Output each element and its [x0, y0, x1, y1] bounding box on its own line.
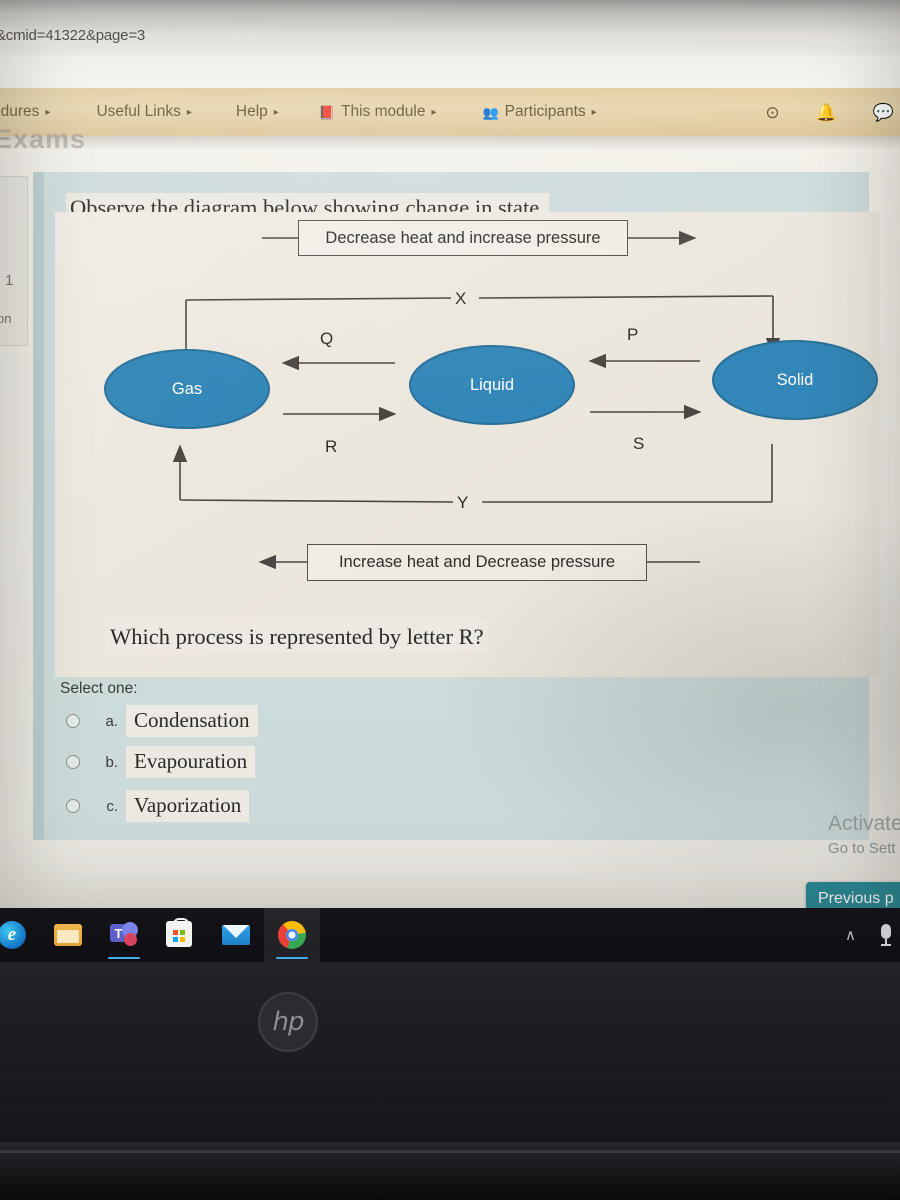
previous-page-button[interactable]: Previous p: [806, 882, 900, 908]
diagram-letter-x: X: [455, 289, 467, 308]
taskbar-app-icons: e T: [0, 908, 320, 962]
file-explorer-icon: [54, 924, 82, 946]
taskbar-edge-button[interactable]: e: [0, 908, 40, 962]
taskbar-store-button[interactable]: [152, 908, 208, 962]
diagram-letter-r: R: [325, 437, 338, 456]
option-b-text[interactable]: Evapouration: [126, 746, 256, 778]
quiz-question-panel: Observe the diagram below showing change…: [33, 172, 880, 840]
nav-item-help[interactable]: Help ▸: [234, 103, 281, 121]
microsoft-store-icon: [166, 918, 192, 947]
diagram-letter-y: Y: [457, 493, 469, 512]
option-a-text[interactable]: Condensation: [126, 705, 258, 737]
taskbar-running-indicator: [276, 956, 308, 959]
diagram-top-label-box: Decrease heat and increase pressure: [298, 220, 628, 256]
taskbar-chrome-button[interactable]: [264, 908, 320, 962]
nav-item-participants[interactable]: 👥 Participants ▸: [480, 103, 598, 121]
people-group-icon: 👥: [482, 104, 499, 120]
node-label-solid: Solid: [776, 371, 814, 389]
edge-icon: e: [0, 921, 26, 949]
nav-item-participants-label: Participants: [504, 103, 586, 120]
nav-item-help-label: Help: [235, 103, 268, 120]
answer-option-b[interactable]: b. Evapouration: [66, 746, 256, 778]
messages-icon[interactable]: 💬: [873, 104, 894, 121]
download-icon[interactable]: ⊙: [765, 104, 779, 121]
option-c-text[interactable]: Vaporization: [126, 790, 250, 822]
desk-edge-line: [0, 1150, 900, 1153]
diagram-bottom-label-box: Increase heat and Decrease pressure: [307, 544, 647, 581]
nav-item-useful-links-label: Useful Links: [96, 103, 181, 120]
taskbar-file-explorer-button[interactable]: [40, 908, 96, 962]
radio-option-a[interactable]: [66, 714, 80, 728]
navbar-right-icons: ⊙ 🔔 💬: [765, 88, 894, 136]
nav-item-procedures-label: edures: [0, 103, 40, 120]
windows-taskbar: e T ∧: [0, 908, 900, 962]
question-text: Which process is represented by letter R…: [106, 622, 488, 652]
answer-option-c[interactable]: c. Vaporization: [66, 790, 250, 822]
chevron-right-icon: ▸: [591, 106, 597, 118]
screenshot-root: &cmid=41322&page=3 edures ▸ Useful Links…: [0, 0, 900, 1200]
node-label-gas: Gas: [171, 380, 203, 398]
diagram-letter-q: Q: [320, 329, 334, 348]
url-bar-text[interactable]: &cmid=41322&page=3: [0, 27, 145, 44]
microphone-icon[interactable]: [880, 924, 892, 946]
chevron-right-icon: ▸: [186, 106, 192, 118]
question-nav-block[interactable]: 1 on: [0, 176, 28, 346]
taskbar-teams-button[interactable]: T: [96, 908, 152, 962]
mail-icon: [222, 925, 250, 945]
show-hidden-icons-chevron[interactable]: ∧: [845, 926, 856, 944]
windows-activation-title: Activate: [828, 812, 900, 835]
taskbar-mail-button[interactable]: [208, 908, 264, 962]
diagram-letter-s: S: [633, 434, 645, 453]
taskbar-running-indicator: [108, 956, 140, 959]
node-label-liquid: Liquid: [469, 376, 515, 394]
windows-activation-subtitle: Go to Sett: [828, 840, 896, 857]
chevron-right-icon: ▸: [431, 106, 437, 118]
option-c-letter: c.: [106, 797, 118, 815]
book-icon: 📕: [318, 104, 336, 120]
option-a-letter: a.: [105, 712, 118, 730]
radio-option-b[interactable]: [66, 755, 80, 769]
nav-item-this-module-label: This module: [341, 103, 426, 120]
chrome-toolbar-strip: [0, 55, 900, 88]
chrome-icon: [278, 921, 306, 949]
teams-icon: T: [110, 921, 138, 947]
question-number: 1: [5, 272, 14, 289]
chevron-right-icon: ▸: [273, 106, 279, 118]
laptop-screen: &cmid=41322&page=3 edures ▸ Useful Links…: [0, 0, 900, 908]
chrome-shadow: [0, 136, 900, 150]
diagram-letter-p: P: [627, 325, 639, 344]
nav-item-procedures[interactable]: edures ▸: [0, 103, 52, 121]
select-one-label: Select one:: [60, 680, 138, 697]
moodle-navbar: edures ▸ Useful Links ▸ Help ▸ 📕 This mo…: [0, 88, 900, 136]
option-b-letter: b.: [105, 753, 118, 771]
laptop-bezel: [0, 962, 900, 1142]
hp-logo: hp: [258, 992, 318, 1052]
chevron-right-icon: ▸: [45, 106, 51, 118]
state-change-diagram: Gas Liquid Solid X Q P R S Y Decrease he…: [55, 212, 880, 677]
browser-chrome: &cmid=41322&page=3: [0, 0, 900, 88]
radio-option-c[interactable]: [66, 799, 80, 813]
question-status: on: [0, 311, 12, 326]
answer-option-a[interactable]: a. Condensation: [66, 705, 258, 737]
nav-item-this-module[interactable]: 📕 This module ▸: [317, 103, 439, 121]
notifications-bell-icon[interactable]: 🔔: [816, 104, 837, 121]
taskbar-tray: ∧: [845, 908, 892, 962]
nav-item-useful-links[interactable]: Useful Links ▸: [94, 103, 193, 121]
